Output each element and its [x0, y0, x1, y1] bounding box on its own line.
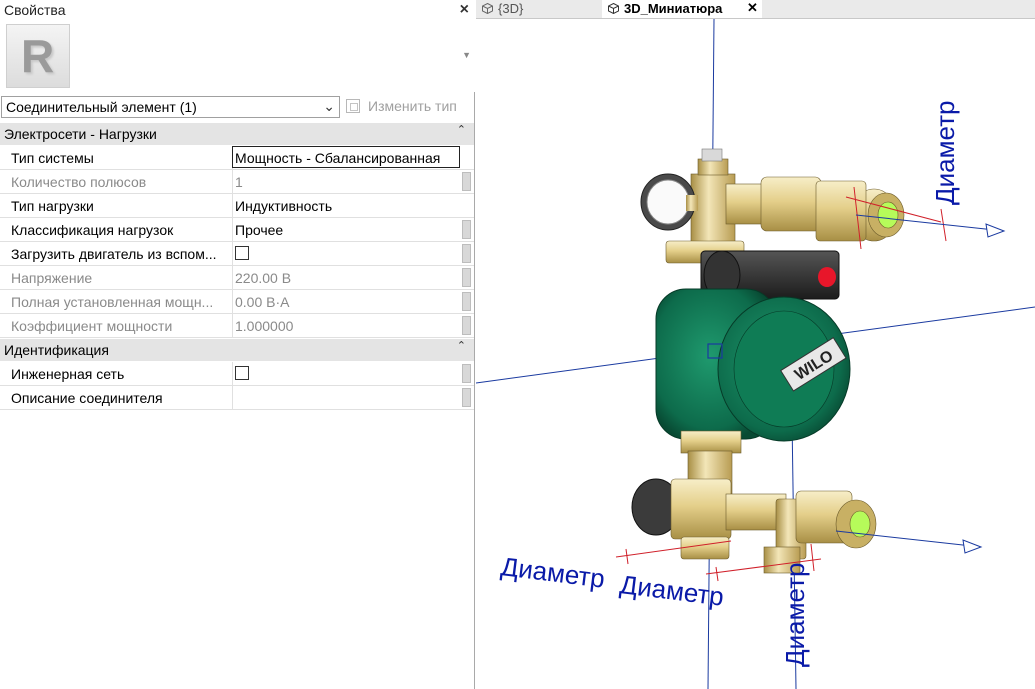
property-row: Количество полюсов 1	[0, 170, 474, 194]
cube-icon	[482, 3, 493, 14]
row-edit-handle[interactable]	[462, 268, 471, 287]
property-row[interactable]: Классификация нагрузок Прочее	[0, 218, 474, 242]
property-name: Количество полюсов	[11, 174, 147, 190]
view-tabs: {3D} 3D_Миниатюра ✕	[476, 0, 1035, 19]
close-icon[interactable]: ×	[460, 1, 469, 19]
row-edit-handle[interactable]	[462, 388, 471, 407]
property-row[interactable]: Описание соединителя	[0, 386, 474, 410]
row-edit-handle[interactable]	[462, 364, 471, 383]
property-row: Полная установленная мощн... 0.00 В·А	[0, 290, 474, 314]
property-name: Инженерная сеть	[11, 366, 125, 382]
property-name: Коэффициент мощности	[11, 318, 173, 334]
pump-group-model[interactable]: WILO Диаметр Диаметр Диаметр Диаметр	[476, 19, 1035, 689]
property-row: Напряжение 220.00 В	[0, 266, 474, 290]
property-name: Полная установленная мощн...	[11, 294, 214, 310]
properties-title-bar: Свойства ×	[0, 0, 475, 21]
3d-viewport[interactable]: WILO Диаметр Диаметр Диаметр Диаметр	[476, 19, 1035, 689]
close-tab-icon[interactable]: ✕	[747, 0, 758, 16]
group-header-electrical-loads[interactable]: Электросети - Нагрузки ⌃	[0, 123, 474, 145]
cube-icon	[608, 3, 619, 14]
type-preview-area: R ▼	[0, 20, 475, 92]
property-value: 1	[235, 174, 243, 190]
properties-panel: Свойства × R ▼ Соединительный элемент (1…	[0, 0, 475, 689]
property-name: Напряжение	[11, 270, 93, 286]
edit-type-label: Изменить тип	[368, 98, 457, 114]
row-edit-handle[interactable]	[462, 220, 471, 239]
property-name: Классификация нагрузок	[11, 222, 174, 238]
revit-logo-icon: R	[6, 24, 70, 88]
group-label: Электросети - Нагрузки	[4, 126, 157, 142]
dimension-label[interactable]: Диаметр	[930, 101, 960, 205]
tab-3d-thumbnail[interactable]: 3D_Миниатюра ✕	[602, 0, 762, 18]
row-edit-handle[interactable]	[462, 172, 471, 191]
edit-type-icon	[346, 99, 360, 113]
tab-3d[interactable]: {3D}	[476, 0, 596, 18]
property-name: Описание соединителя	[11, 390, 163, 406]
property-name: Тип системы	[11, 150, 94, 166]
property-value: 0.00 В·А	[235, 294, 290, 310]
property-row: Коэффициент мощности 1.000000	[0, 314, 474, 338]
property-value: 220.00 В	[235, 270, 292, 286]
property-row[interactable]: Тип системы Мощность - Сбалансированная	[0, 146, 474, 170]
engineering-network-checkbox[interactable]	[235, 366, 249, 380]
collapse-icon[interactable]: ⌃	[457, 123, 466, 136]
collapse-icon[interactable]: ⌃	[457, 339, 466, 352]
tab-label: {3D}	[498, 1, 524, 16]
properties-title: Свойства	[4, 2, 66, 18]
row-edit-handle[interactable]	[462, 292, 471, 311]
type-selector-value: Соединительный элемент (1)	[6, 99, 197, 115]
chevron-down-icon[interactable]: ⌄	[323, 98, 335, 115]
property-name: Тип нагрузки	[11, 198, 94, 214]
property-row[interactable]: Инженерная сеть	[0, 362, 474, 386]
dimension-label[interactable]: Диаметр	[780, 563, 810, 667]
property-row[interactable]: Загрузить двигатель из вспом...	[0, 242, 474, 266]
row-edit-handle[interactable]	[462, 316, 471, 335]
scroll-down-icon[interactable]: ▼	[462, 50, 471, 60]
system-type-field[interactable]: Мощность - Сбалансированная	[232, 146, 460, 168]
dimension-label[interactable]: Диаметр	[499, 551, 606, 594]
group-label: Идентификация	[4, 342, 109, 358]
type-selector-dropdown[interactable]: Соединительный элемент (1) ⌄	[1, 96, 340, 118]
edit-type-button[interactable]: Изменить тип	[346, 96, 470, 118]
property-value[interactable]: Прочее	[235, 222, 459, 238]
property-row[interactable]: Тип нагрузки Индуктивность	[0, 194, 474, 218]
property-value: 1.000000	[235, 318, 294, 334]
tab-label: 3D_Миниатюра	[624, 1, 723, 16]
property-value[interactable]: Индуктивность	[235, 198, 459, 214]
group-header-identification[interactable]: Идентификация ⌃	[0, 339, 474, 361]
load-motor-checkbox[interactable]	[235, 246, 249, 260]
property-value: Мощность - Сбалансированная	[235, 150, 441, 166]
row-edit-handle[interactable]	[462, 244, 471, 263]
property-name: Загрузить двигатель из вспом...	[11, 246, 217, 262]
